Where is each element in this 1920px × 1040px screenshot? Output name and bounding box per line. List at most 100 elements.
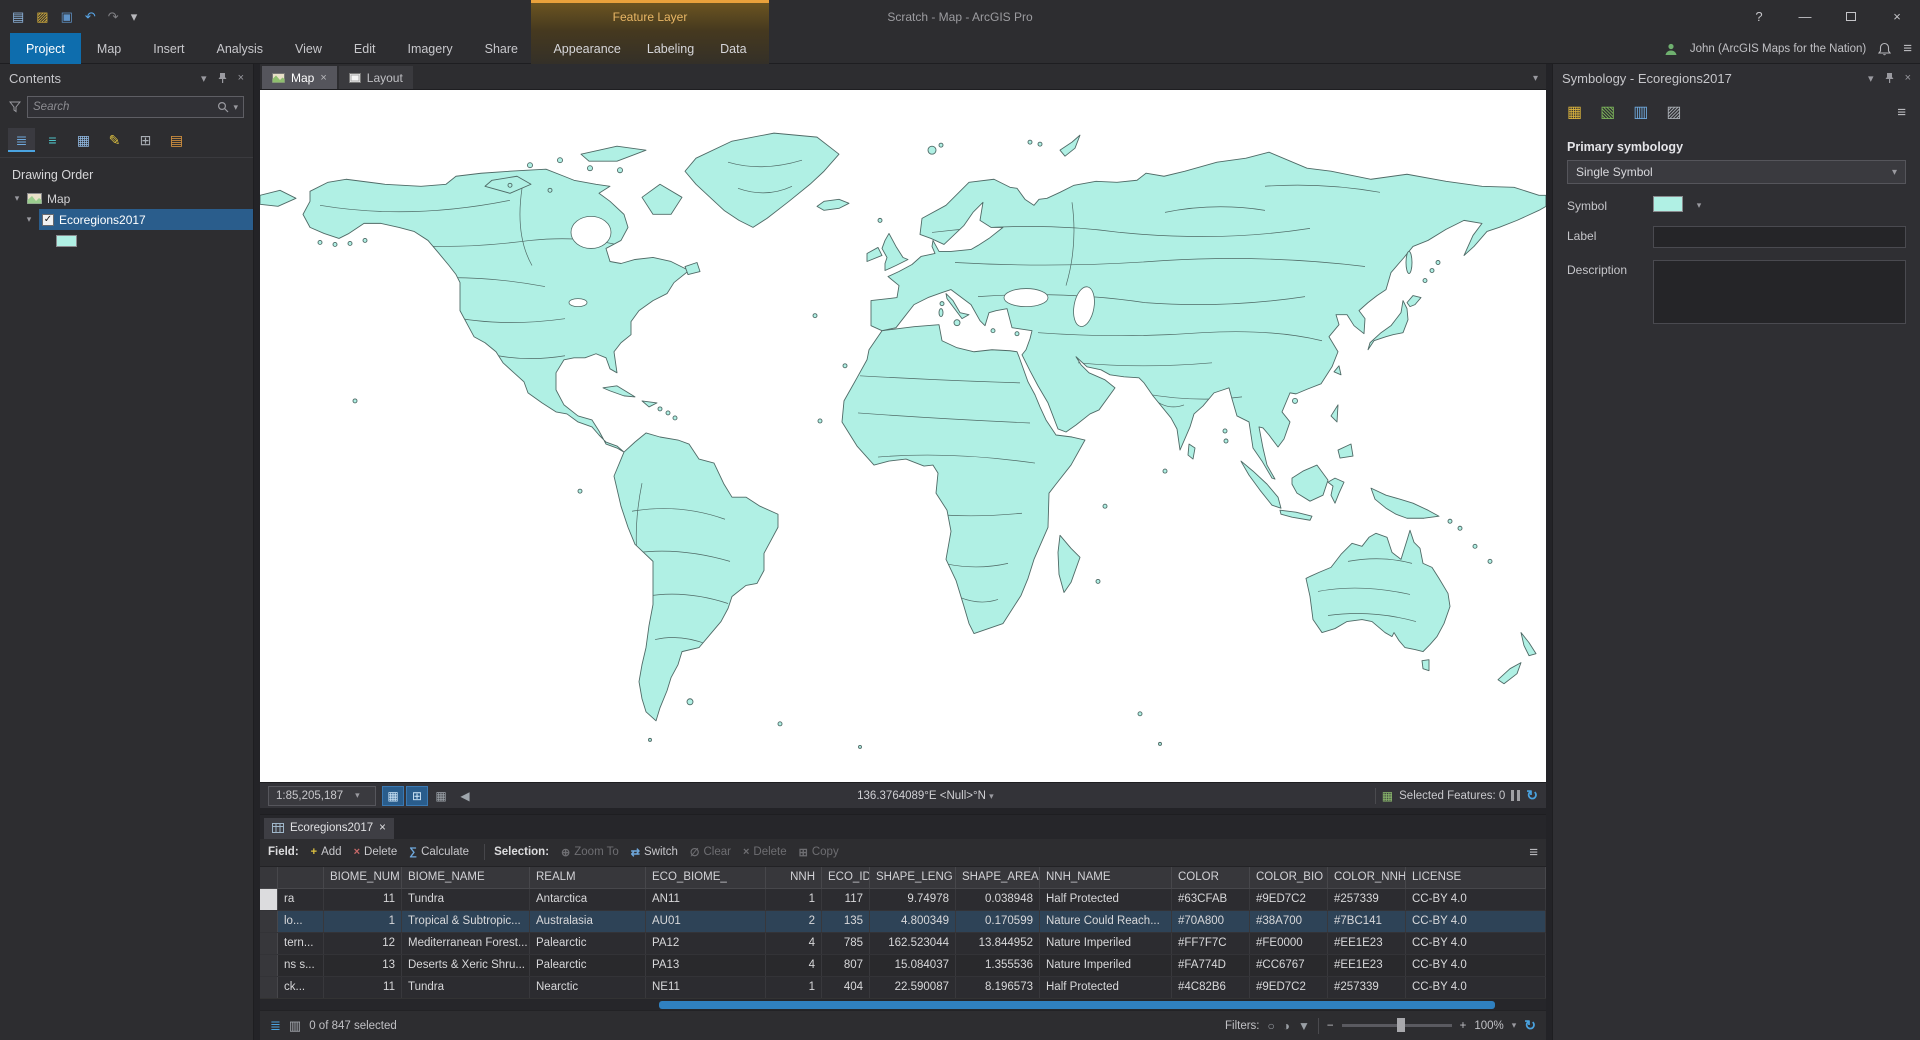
snap-grid-icon[interactable]: ▦ xyxy=(430,786,452,806)
pin-icon[interactable] xyxy=(1884,72,1895,84)
vary-symbology-icon[interactable]: ▥ xyxy=(1633,102,1648,122)
table-cell[interactable]: 1 xyxy=(766,889,822,910)
table-cell[interactable]: Nearctic xyxy=(530,977,646,998)
table-cell[interactable]: #63CFAB xyxy=(1172,889,1250,910)
column-header-NNH_NAME[interactable]: NNH_NAME xyxy=(1040,867,1172,888)
refresh-map-icon[interactable]: ↻ xyxy=(1526,787,1538,804)
table-cell[interactable]: Tundra xyxy=(402,889,530,910)
table-cell[interactable]: 785 xyxy=(822,933,870,954)
table-cell[interactable]: 807 xyxy=(822,955,870,976)
table-cell[interactable]: 15.084037 xyxy=(870,955,956,976)
ribbon-tab-insert[interactable]: Insert xyxy=(137,33,200,64)
table-cell[interactable]: #38A700 xyxy=(1250,911,1328,932)
zoom-out-icon[interactable]: − xyxy=(1327,1020,1334,1032)
table-view-toggle-icon[interactable]: ≣ xyxy=(270,1018,281,1034)
zoom-level[interactable]: 100% xyxy=(1474,1020,1503,1032)
table-cell[interactable]: 4.800349 xyxy=(870,911,956,932)
ribbon-tab-share[interactable]: Share xyxy=(469,33,534,64)
table-cell[interactable]: #257339 xyxy=(1328,977,1406,998)
ribbon-tab-project[interactable]: Project xyxy=(10,33,81,64)
table-cell[interactable]: #9ED7C2 xyxy=(1250,889,1328,910)
table-cell[interactable]: 404 xyxy=(822,977,870,998)
table-cell[interactable]: #EE1E23 xyxy=(1328,933,1406,954)
maximize-button[interactable] xyxy=(1828,0,1874,33)
table-cell[interactable]: Antarctica xyxy=(530,889,646,910)
table-row[interactable]: ck...11TundraNearcticNE11140422.5900878.… xyxy=(260,977,1546,999)
symbology-type-select[interactable]: Single Symbol ▾ xyxy=(1567,160,1906,184)
close-panel-icon[interactable]: × xyxy=(238,72,244,84)
table-cell[interactable]: 1 xyxy=(766,977,822,998)
view-tab-layout[interactable]: Layout xyxy=(339,66,413,89)
column-header-BIOME_NUM[interactable]: BIOME_NUM xyxy=(324,867,402,888)
table-row[interactable]: lo...1Tropical & Subtropic...Australasia… xyxy=(260,911,1546,933)
speaker-icon[interactable]: ◀ xyxy=(454,786,476,806)
table-cell[interactable]: Half Protected xyxy=(1040,889,1172,910)
table-cell[interactable]: CC-BY 4.0 xyxy=(1406,933,1546,954)
description-field[interactable] xyxy=(1653,260,1906,324)
pause-drawing-icon[interactable] xyxy=(1511,790,1520,801)
redo-icon[interactable]: ↷ xyxy=(108,10,119,23)
column-header-eco-name[interactable] xyxy=(278,867,324,888)
row-selector[interactable] xyxy=(260,977,278,998)
column-header-ECO_BIOME_[interactable]: ECO_BIOME_ xyxy=(646,867,766,888)
selection-icon[interactable]: ▦ xyxy=(70,128,97,152)
expander-icon[interactable]: ▾ xyxy=(12,193,22,204)
tree-item-layer[interactable]: ▾ ✓ Ecoregions2017 xyxy=(0,209,253,230)
symbol-dropdown-icon[interactable]: ▾ xyxy=(1691,196,1707,214)
pin-icon[interactable] xyxy=(217,72,228,84)
row-selector[interactable] xyxy=(260,889,278,910)
slider-thumb[interactable] xyxy=(1397,1018,1405,1032)
table-cell[interactable]: NE11 xyxy=(646,977,766,998)
table-cell[interactable]: #FE0000 xyxy=(1250,933,1328,954)
snapping-icon[interactable]: ⊞ xyxy=(132,128,159,152)
tree-item-symbol[interactable] xyxy=(0,230,253,251)
column-header-ECO_ID[interactable]: ECO_ID xyxy=(822,867,870,888)
symbology-gallery-icon[interactable]: ▦ xyxy=(1567,102,1582,122)
table-cell[interactable]: #FA774D xyxy=(1172,955,1250,976)
table-cell[interactable]: #FF7F7C xyxy=(1172,933,1250,954)
table-cell[interactable]: Nature Imperiled xyxy=(1040,933,1172,954)
tab-overflow-icon[interactable]: ▾ xyxy=(1533,73,1538,84)
table-cell[interactable]: ra xyxy=(278,889,324,910)
search-input[interactable] xyxy=(33,101,213,113)
table-tab[interactable]: Ecoregions2017 × xyxy=(264,818,394,839)
column-header-COLOR_BIO[interactable]: COLOR_BIO xyxy=(1250,867,1328,888)
table-cell[interactable]: 22.590087 xyxy=(870,977,956,998)
ribbon-tab-imagery[interactable]: Imagery xyxy=(391,33,468,64)
table-row[interactable]: ra11TundraAntarcticaAN1111179.749780.038… xyxy=(260,889,1546,911)
map-scale-select[interactable]: 1:85,205,187 ▾ xyxy=(268,786,376,806)
notifications-icon[interactable] xyxy=(1878,42,1891,56)
search-options-icon[interactable]: ▾ xyxy=(233,102,238,113)
range-filter-icon[interactable]: ◑ xyxy=(1283,1019,1290,1033)
table-cell[interactable]: Tropical & Subtropic... xyxy=(402,911,530,932)
chart-view-toggle-icon[interactable]: ▥ xyxy=(289,1018,301,1034)
data-source-icon[interactable]: ≡ xyxy=(39,128,66,152)
table-cell[interactable]: 117 xyxy=(822,889,870,910)
table-row[interactable]: tern...12Mediterranean Forest...Palearct… xyxy=(260,933,1546,955)
drawing-order-icon[interactable]: ≣ xyxy=(8,128,35,152)
table-row[interactable]: ns s...13Deserts & Xeric Shru...Palearct… xyxy=(260,955,1546,977)
symbol-swatch[interactable] xyxy=(1653,196,1683,212)
table-cell[interactable]: Nature Imperiled xyxy=(1040,955,1172,976)
table-cell[interactable]: AU01 xyxy=(646,911,766,932)
panel-dock-icon[interactable]: ▾ xyxy=(1868,72,1874,85)
filter-icon[interactable] xyxy=(9,101,21,113)
refresh-table-icon[interactable]: ↻ xyxy=(1524,1017,1536,1034)
table-cell[interactable]: 0.038948 xyxy=(956,889,1040,910)
row-selector[interactable] xyxy=(260,911,278,932)
table-cell[interactable]: AN11 xyxy=(646,889,766,910)
column-header-SHAPE_LENG[interactable]: SHAPE_LENG xyxy=(870,867,956,888)
table-cell[interactable]: Australasia xyxy=(530,911,646,932)
column-header-BIOME_NAME[interactable]: BIOME_NAME xyxy=(402,867,530,888)
table-cell[interactable]: Mediterranean Forest... xyxy=(402,933,530,954)
close-table-icon[interactable]: × xyxy=(379,822,386,834)
table-cell[interactable]: 4 xyxy=(766,933,822,954)
column-header-COLOR_NNH[interactable]: COLOR_NNH xyxy=(1328,867,1406,888)
add-field-button[interactable]: +Add xyxy=(305,843,348,861)
layer-symbol-swatch[interactable] xyxy=(56,235,77,247)
selected-features-count[interactable]: Selected Features: 0 xyxy=(1399,790,1505,802)
ribbon-menu-icon[interactable]: ≡ xyxy=(1903,40,1912,57)
expander-icon[interactable]: ▾ xyxy=(24,214,34,225)
symbology-format-icon[interactable]: ▨ xyxy=(1666,102,1681,122)
new-project-icon[interactable]: ▤ xyxy=(12,10,24,23)
